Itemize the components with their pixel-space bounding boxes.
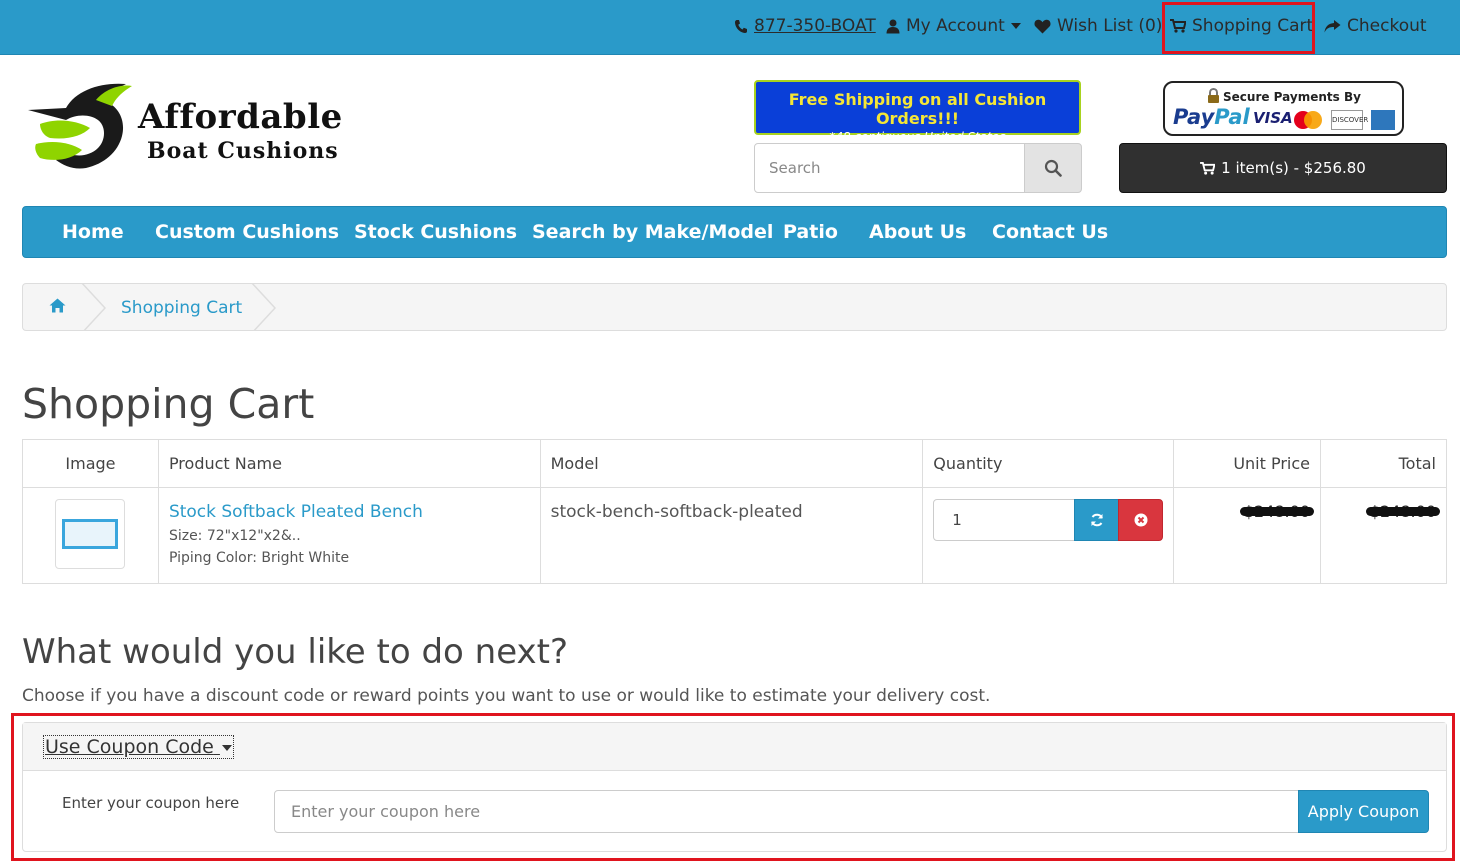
- refresh-icon: [1090, 513, 1103, 527]
- amex-logo-icon: [1371, 110, 1395, 130]
- quantity-input[interactable]: [933, 499, 1076, 541]
- total-value: $248.00: [1365, 502, 1441, 521]
- header-total: Total: [1320, 439, 1447, 488]
- secure-payments-title: Secure Payments By: [1223, 90, 1361, 104]
- free-shipping-subtext: *48 contiguous United States: [829, 130, 1006, 144]
- unit-price-cell: $248.00: [1173, 487, 1321, 584]
- header-model: Model: [539, 439, 924, 488]
- nav-stock-cushions[interactable]: Stock Cushions: [354, 221, 517, 243]
- search-input[interactable]: [754, 143, 1025, 193]
- quantity-group: [933, 499, 1164, 541]
- free-shipping-banner[interactable]: Free Shipping on all Cushion Orders!!! *…: [754, 80, 1081, 144]
- nav-about-us[interactable]: About Us: [869, 221, 966, 243]
- mastercard-logo-icon: [1294, 111, 1322, 129]
- search-icon: [1044, 159, 1062, 177]
- home-icon: [49, 298, 66, 313]
- coupon-panel: Use Coupon Code Enter your coupon here A…: [22, 722, 1447, 852]
- table-header-row: Image Product Name Model Quantity Unit P…: [22, 439, 1447, 488]
- cart-total-button[interactable]: 1 item(s) - $256.80: [1119, 143, 1447, 193]
- logo-text-affordable: Affordable: [138, 97, 343, 137]
- paypal-logo-pay: Pay: [1173, 105, 1215, 129]
- phone-link[interactable]: 877-350-BOAT: [734, 16, 876, 36]
- cushion-image-icon: [62, 519, 119, 549]
- coupon-input[interactable]: [274, 790, 1300, 833]
- nav-custom-cushions[interactable]: Custom Cushions: [155, 221, 339, 243]
- heart-icon: [1034, 19, 1051, 33]
- page-title: Shopping Cart: [22, 380, 315, 428]
- caret-down-icon: [1010, 23, 1021, 29]
- model-cell: stock-bench-softback-pleated: [539, 487, 924, 584]
- product-name-cell: Stock Softback Pleated Bench Size: 72"x1…: [157, 487, 541, 584]
- breadcrumb-shopping-cart[interactable]: Shopping Cart: [121, 298, 242, 318]
- breadcrumb-separator-icon: [81, 284, 107, 330]
- paypal-logo: PayPal: [1173, 105, 1250, 129]
- use-coupon-toggle[interactable]: Use Coupon Code: [43, 735, 234, 759]
- nav-search-by-make-model[interactable]: Search by Make/Model: [532, 221, 773, 243]
- wish-list-link[interactable]: Wish List (0): [1034, 16, 1162, 36]
- unit-price-value: $248.00: [1239, 502, 1315, 521]
- breadcrumb-home[interactable]: [49, 298, 66, 317]
- shopping-cart-highlight-box: [1162, 2, 1315, 54]
- my-account-label: My Account: [906, 16, 1005, 36]
- share-icon: [1324, 19, 1341, 32]
- quantity-cell: [922, 487, 1175, 584]
- logo-text-boat-cushions: Boat Cushions: [147, 138, 339, 164]
- search-button[interactable]: [1024, 143, 1082, 193]
- paypal-logo-pal: Pal: [1214, 105, 1250, 129]
- cart-total-label: 1 item(s) - $256.80: [1221, 159, 1366, 177]
- next-steps-description: Choose if you have a discount code or re…: [22, 686, 991, 706]
- lock-icon: [1208, 88, 1219, 103]
- coupon-label: Enter your coupon here: [62, 794, 240, 812]
- use-coupon-toggle-label: Use Coupon Code: [45, 736, 214, 758]
- remove-item-button[interactable]: [1118, 499, 1164, 541]
- total-cell: $248.00: [1320, 487, 1447, 584]
- checkout-link[interactable]: Checkout: [1324, 16, 1427, 36]
- visa-logo: VISA: [1253, 109, 1293, 127]
- free-shipping-text: Free Shipping on all Cushion Orders!!!: [788, 90, 1047, 128]
- phone-icon: [735, 19, 747, 33]
- phone-number: 877-350-BOAT: [754, 16, 876, 36]
- product-thumbnail[interactable]: [55, 499, 126, 569]
- cart-table: Image Product Name Model Quantity Unit P…: [22, 439, 1447, 584]
- remove-icon: [1134, 513, 1148, 527]
- nav-home[interactable]: Home: [62, 221, 124, 243]
- secure-payments-badge: Secure Payments By PayPal VISA DISCOVER: [1163, 81, 1404, 136]
- header-image: Image: [22, 439, 159, 488]
- product-model: stock-bench-softback-pleated: [550, 502, 803, 522]
- update-quantity-button[interactable]: [1074, 499, 1120, 541]
- my-account-dropdown[interactable]: My Account: [886, 16, 1021, 36]
- store-logo[interactable]: Affordable Boat Cushions: [26, 80, 356, 176]
- product-option-piping: Piping Color: Bright White: [168, 550, 350, 566]
- wish-list-label: Wish List (0): [1057, 16, 1163, 36]
- nav-contact-us[interactable]: Contact Us: [992, 221, 1108, 243]
- breadcrumb: Shopping Cart: [22, 283, 1447, 331]
- cart-icon: [1200, 161, 1216, 175]
- header-unit-price: Unit Price: [1173, 439, 1321, 488]
- user-icon: [886, 19, 900, 33]
- product-image-cell: [22, 487, 159, 584]
- discover-logo: DISCOVER: [1331, 110, 1368, 130]
- header-product-name: Product Name: [157, 439, 541, 488]
- breadcrumb-separator-icon: [251, 284, 277, 330]
- apply-coupon-button[interactable]: Apply Coupon: [1298, 790, 1429, 833]
- table-row: Stock Softback Pleated Bench Size: 72"x1…: [22, 487, 1447, 584]
- product-name-link[interactable]: Stock Softback Pleated Bench: [169, 502, 530, 522]
- nav-patio[interactable]: Patio: [783, 221, 838, 243]
- main-nav: Home Custom Cushions Stock Cushions Sear…: [22, 206, 1447, 258]
- coupon-panel-header: Use Coupon Code: [23, 723, 1446, 771]
- marlin-logo-icon: [28, 83, 132, 169]
- header-quantity: Quantity: [922, 439, 1175, 488]
- next-steps-title: What would you like to do next?: [22, 632, 569, 672]
- product-option-size: Size: 72"x12"x2&..: [168, 528, 301, 544]
- checkout-label: Checkout: [1347, 16, 1427, 36]
- caret-down-icon: [221, 744, 232, 751]
